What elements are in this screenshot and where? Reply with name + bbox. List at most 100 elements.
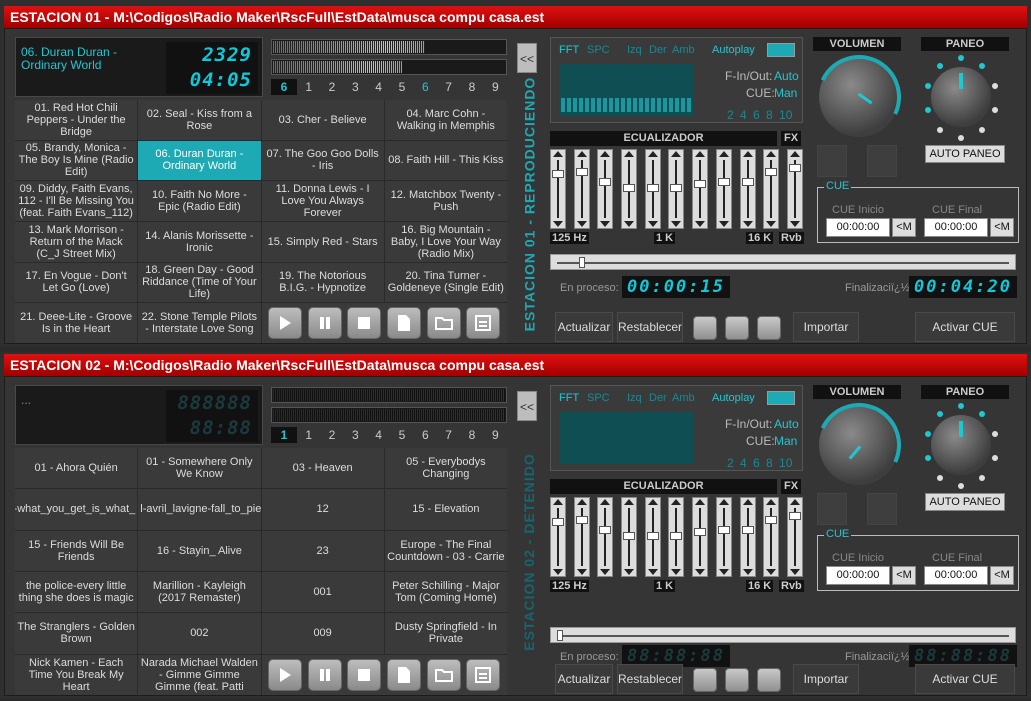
eq-slider[interactable] [644, 149, 661, 229]
page-2[interactable]: 2 [320, 427, 343, 443]
track-cell[interactable]: 19. The Notorious B.I.G. - Hypnotize [261, 262, 384, 303]
amb-toggle[interactable]: Amb [672, 44, 695, 56]
eq-slider[interactable] [597, 149, 614, 229]
save-button[interactable] [466, 658, 501, 691]
small-save-button[interactable] [757, 668, 781, 692]
pause-button[interactable] [307, 658, 342, 691]
play-button[interactable] [268, 307, 303, 340]
cue-end-field[interactable]: 00:00:00 [924, 218, 988, 237]
der-toggle[interactable]: Der [649, 392, 667, 404]
page-3[interactable]: 3 [344, 427, 367, 443]
page-6[interactable]: 6 [414, 427, 437, 443]
cue-mode-value[interactable]: Man [774, 434, 797, 448]
track-cell[interactable]: 04. Marc Cohn - Walking in Memphis [384, 100, 507, 140]
update-button[interactable]: Actualizar [555, 664, 613, 694]
eq-slider[interactable] [573, 497, 590, 577]
band-selector[interactable]: 2 4 6 8 10 [727, 456, 792, 470]
page-selector[interactable]: 6 1 2 3 4 5 6 7 8 9 [271, 79, 507, 95]
track-cell[interactable]: 16. Big Mountain - Baby, I Love Your Way… [384, 222, 507, 262]
eq-slider[interactable] [763, 149, 780, 229]
page-9[interactable]: 9 [484, 427, 507, 443]
cue-start-field[interactable]: 00:00:00 [826, 566, 890, 585]
small-save-button[interactable] [757, 316, 781, 340]
volume-knob[interactable] [805, 43, 913, 151]
fft-toggle[interactable]: FFT [559, 44, 579, 56]
page-1[interactable]: 1 [297, 79, 320, 95]
eq-slider[interactable] [668, 497, 685, 577]
track-cell[interactable]: 07. The Goo Goo Dolls - Iris [261, 140, 384, 181]
track-cell[interactable]: er-what_you_get_is_what_ [15, 489, 138, 530]
eq-slider[interactable] [739, 497, 756, 577]
page-6[interactable]: 6 [414, 79, 437, 95]
pan-knob[interactable] [931, 415, 991, 475]
track-cell[interactable]: 14. Alanis Morissette - Ironic [138, 222, 261, 262]
play-button[interactable] [268, 658, 303, 691]
small-new-button[interactable] [693, 316, 717, 340]
track-cell-selected[interactable]: 06. Duran Duran - Ordinary World [138, 140, 261, 181]
eq-slider[interactable] [550, 149, 566, 229]
seek-thumb[interactable] [557, 630, 563, 641]
page-8[interactable]: 8 [460, 79, 483, 95]
fade-value[interactable]: Auto [774, 417, 799, 431]
new-file-button[interactable] [387, 658, 422, 691]
eq-slider[interactable] [692, 497, 709, 577]
track-cell[interactable]: 15. Simply Red - Stars [261, 222, 384, 262]
track-cell[interactable]: 002 [138, 613, 261, 654]
track-cell[interactable]: Dusty Springfield - In Private [384, 613, 507, 654]
track-cell[interactable]: 16 - Stayin_ Alive [138, 530, 261, 571]
track-cell[interactable]: 03. Cher - Believe [261, 100, 384, 140]
cue-mode-value[interactable]: Man [774, 86, 797, 100]
fade-value[interactable]: Auto [774, 69, 799, 83]
track-cell[interactable]: 09. Diddy, Faith Evans, 112 - I'll Be Mi… [15, 181, 138, 221]
stop-button[interactable] [347, 658, 382, 691]
track-cell[interactable]: 01 - Ahora Quién [15, 448, 138, 489]
track-cell[interactable]: 10. Faith No More - Epic (Radio Edit) [138, 181, 261, 221]
track-cell[interactable]: 18. Green Day - Good Riddance (Time of Y… [138, 262, 261, 303]
band-selector[interactable]: 2 4 6 8 10 [727, 108, 792, 122]
update-button[interactable]: Actualizar [555, 312, 613, 342]
import-button[interactable]: Importar [793, 312, 859, 342]
eq-slider[interactable] [739, 149, 756, 229]
page-7[interactable]: 7 [437, 427, 460, 443]
track-cell[interactable]: 15 - Elevation [384, 489, 507, 530]
track-cell[interactable]: The Stranglers - Golden Brown [15, 613, 138, 654]
track-cell[interactable]: 23 [261, 530, 384, 571]
track-cell[interactable]: 20. Tina Turner - Goldeneye (Single Edit… [384, 262, 507, 303]
seek-bar[interactable] [550, 254, 1016, 270]
eq-slider[interactable] [597, 497, 614, 577]
seek-thumb[interactable] [579, 257, 585, 268]
track-cell[interactable]: 03 - Heaven [261, 448, 384, 489]
page-7[interactable]: 7 [437, 79, 460, 95]
eq-slider[interactable] [715, 497, 732, 577]
track-cell[interactable]: 08. Faith Hill - This Kiss [384, 140, 507, 181]
cue-end-mark-button[interactable]: <M [990, 566, 1014, 585]
spc-toggle[interactable]: SPC [587, 392, 610, 404]
pause-button[interactable] [307, 307, 342, 340]
eq-slider[interactable] [573, 149, 590, 229]
autoplay-toggle[interactable] [767, 391, 795, 405]
track-cell[interactable]: 001 [261, 571, 384, 613]
page-5[interactable]: 5 [390, 79, 413, 95]
open-folder-button[interactable] [426, 307, 461, 340]
track-cell[interactable]: 01. Red Hot Chili Peppers - Under the Br… [15, 100, 138, 140]
eq-slider[interactable] [621, 149, 638, 229]
track-cell[interactable]: 13. Mark Morrison - Return of the Mack (… [15, 222, 138, 262]
eq-slider[interactable] [550, 497, 566, 577]
fft-toggle[interactable]: FFT [559, 392, 579, 404]
cue-end-mark-button[interactable]: <M [990, 218, 1014, 237]
import-button[interactable]: Importar [793, 664, 859, 694]
track-cell[interactable]: the police-every little thing she does i… [15, 571, 138, 613]
track-cell[interactable]: 05. Brandy, Monica - The Boy Is Mine (Ra… [15, 140, 138, 181]
page-2[interactable]: 2 [320, 79, 343, 95]
track-cell[interactable]: Narada Michael Walden - Gimme Gimme Gimm… [138, 654, 261, 695]
track-cell[interactable]: 01 - Somewhere Only We Know [138, 448, 261, 489]
volume-knob[interactable] [805, 391, 913, 499]
page-5[interactable]: 5 [390, 427, 413, 443]
eq-slider[interactable] [692, 149, 709, 229]
track-cell[interactable]: 009 [261, 613, 384, 654]
activate-cue-button[interactable]: Activar CUE [915, 664, 1015, 694]
track-cell[interactable]: 05 - Everybodys Changing [384, 448, 507, 489]
track-cell[interactable]: 22. Stone Temple Pilots - Interstate Lov… [138, 303, 261, 343]
activate-cue-button[interactable]: Activar CUE [915, 312, 1015, 342]
track-cell[interactable]: Marillion - Kayleigh (2017 Remaster) [138, 571, 261, 613]
